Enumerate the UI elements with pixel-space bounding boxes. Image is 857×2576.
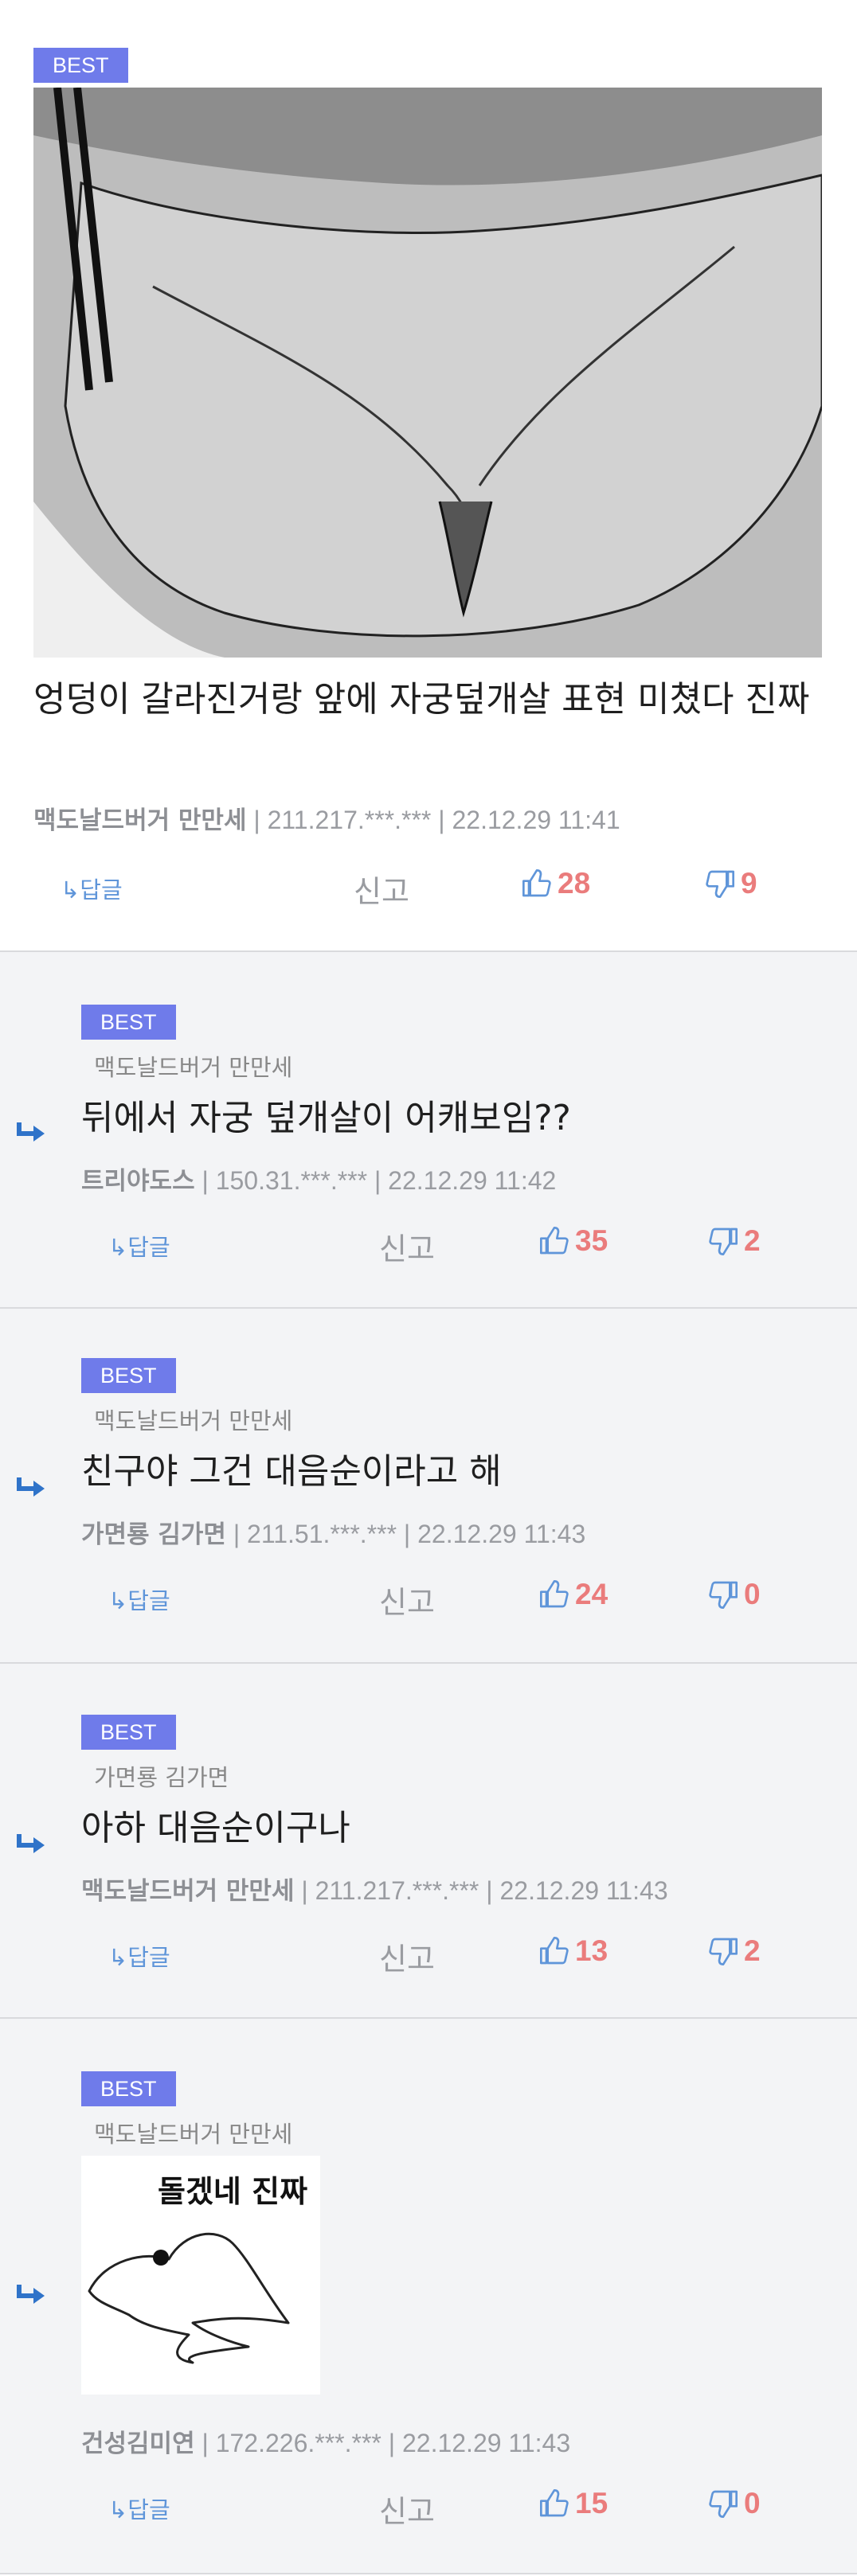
thumbs-up-icon <box>522 869 551 897</box>
reply-button[interactable]: ↳답글 <box>108 1583 170 1616</box>
report-button[interactable]: 신고 <box>379 1934 435 1978</box>
like-count: 24 <box>575 1578 609 1610</box>
reply-button[interactable]: ↳답글 <box>108 2492 170 2525</box>
comment-meta: 맥도날드버거 만만세 | 211.217.***.*** | 22.12.29 … <box>81 1871 668 1907</box>
dislike-count: 0 <box>744 2487 761 2519</box>
like-count: 15 <box>575 2487 609 2519</box>
ip-address: 211.217.***.*** <box>315 1876 479 1905</box>
ip-address: 150.31.***.*** <box>215 1166 368 1195</box>
like-button[interactable]: 24 <box>538 1578 608 1611</box>
separator: | <box>388 2429 402 2457</box>
parent-author: 맥도날드버거 만만세 <box>94 1407 293 1434</box>
separator: | <box>403 1520 418 1548</box>
dislike-count: 2 <box>744 1934 761 1967</box>
reply-button[interactable]: ↳답글 <box>61 872 123 905</box>
comment-meta: 건성김미연 | 172.226.***.*** | 22.12.29 11:43 <box>81 2423 570 2459</box>
dislike-button[interactable]: 2 <box>707 1934 761 1968</box>
ip-address: 211.51.***.*** <box>247 1520 397 1548</box>
parent-author: 맥도날드버거 만만세 <box>94 1054 293 1081</box>
parent-author: 맥도날드버거 만만세 <box>94 2121 293 2148</box>
like-button[interactable]: 35 <box>538 1224 608 1258</box>
post-meta: 맥도날드버거 만만세 | 211.217.***.*** | 22.12.29 … <box>33 800 620 836</box>
thumbs-up-icon <box>540 1227 569 1255</box>
thumbs-down-icon <box>709 1228 738 1255</box>
like-count: 28 <box>558 867 591 900</box>
post-title: 엉덩이 갈라진거랑 앞에 자궁덮개살 표현 미쳤다 진짜 <box>33 679 810 720</box>
separator: | <box>301 1876 315 1905</box>
like-count: 35 <box>575 1224 609 1257</box>
author-name[interactable]: 가면룡 김가면 <box>81 1520 226 1549</box>
dislike-count: 2 <box>744 1224 761 1257</box>
thumbs-up-icon <box>540 1937 569 1965</box>
thumbs-up-icon <box>540 1580 569 1608</box>
comment-text: 친구야 그건 대음순이라고 해 <box>81 1451 502 1492</box>
reply-button[interactable]: ↳답글 <box>108 1939 170 1973</box>
separator: | <box>253 806 268 834</box>
reply-button[interactable]: ↳답글 <box>108 1229 170 1263</box>
parent-author: 가면룡 김가면 <box>94 1764 229 1791</box>
comment-date: 22.12.29 11:43 <box>401 2429 571 2457</box>
separator: | <box>486 1876 500 1905</box>
separator: | <box>233 1520 248 1548</box>
comment-date: 22.12.29 11:42 <box>388 1166 557 1195</box>
best-badge: BEST <box>33 48 128 83</box>
ip-address: 172.226.***.*** <box>215 2429 382 2457</box>
report-button[interactable]: 신고 <box>379 2487 435 2531</box>
dislike-count: 9 <box>741 867 757 900</box>
like-button[interactable]: 13 <box>538 1934 608 1968</box>
thumbs-up-icon <box>540 2489 569 2517</box>
comment-text: 아하 대음순이구나 <box>81 1808 350 1848</box>
reply-arrow-icon <box>17 1834 45 1853</box>
like-button[interactable]: 15 <box>538 2487 608 2520</box>
best-badge: BEST <box>81 2071 176 2106</box>
comment-actions: ↳답글 신고 13 2 <box>24 1931 857 1979</box>
comment-item: BEST 맥도날드버거 만만세 뒤에서 자궁 덮개살이 어캐보임?? 트리야도스… <box>0 952 857 1309</box>
comment-date: 22.12.29 11:43 <box>499 1876 668 1905</box>
comment-item: BEST 맥도날드버거 만만세 돌겠네 진짜 건성김미연 | 172.226.*… <box>0 2019 857 2574</box>
post-date: 22.12.29 11:41 <box>452 806 620 834</box>
dislike-button[interactable]: 0 <box>707 2487 761 2520</box>
post-actions: ↳답글 신고 28 9 <box>0 864 857 911</box>
author-name[interactable]: 트리야도스 <box>81 1167 195 1196</box>
dislike-button[interactable]: 9 <box>704 867 757 900</box>
report-button[interactable]: 신고 <box>354 867 409 911</box>
separator: | <box>438 806 452 834</box>
author-name[interactable]: 맥도날드버거 만만세 <box>81 1877 294 1906</box>
best-badge: BEST <box>81 1358 176 1393</box>
comment-text: 뒤에서 자궁 덮개살이 어캐보임?? <box>81 1098 571 1138</box>
comment-actions: ↳답글 신고 35 2 <box>24 1221 857 1269</box>
comment-meta: 트리야도스 | 150.31.***.*** | 22.12.29 11:42 <box>81 1161 556 1196</box>
reply-arrow-icon <box>17 2285 45 2304</box>
reply-arrow-icon <box>17 1477 45 1497</box>
separator: | <box>202 2429 216 2457</box>
separator: | <box>202 1166 216 1195</box>
comment-item: BEST 맥도날드버거 만만세 친구야 그건 대음순이라고 해 가면룡 김가면 … <box>0 1309 857 1664</box>
comment-actions: ↳답글 신고 15 0 <box>24 2484 857 2531</box>
comment-date: 22.12.29 11:43 <box>417 1520 586 1548</box>
comment-actions: ↳답글 신고 24 0 <box>24 1575 857 1622</box>
comment-meta: 가면룡 김가면 | 211.51.***.*** | 22.12.29 11:4… <box>81 1514 585 1550</box>
report-button[interactable]: 신고 <box>379 1578 435 1622</box>
sticker-image[interactable]: 돌겠네 진짜 <box>81 2156 320 2395</box>
thumbs-down-icon <box>709 2490 738 2518</box>
reply-arrow-icon <box>17 1122 45 1142</box>
comment-item: BEST 가면룡 김가면 아하 대음순이구나 맥도날드버거 만만세 | 211.… <box>0 1664 857 2019</box>
like-count: 13 <box>575 1934 609 1967</box>
dislike-button[interactable]: 0 <box>707 1578 761 1611</box>
author-name[interactable]: 맥도날드버거 만만세 <box>33 806 246 835</box>
post-image[interactable] <box>33 88 822 658</box>
best-post: BEST 엉덩이 갈라진거랑 앞에 자궁덮개살 표현 미쳤다 진짜 맥도날드버거… <box>0 0 857 952</box>
separator: | <box>374 1166 389 1195</box>
like-button[interactable]: 28 <box>521 867 590 900</box>
thumbs-down-icon <box>706 870 734 898</box>
dislike-button[interactable]: 2 <box>707 1224 761 1258</box>
author-name[interactable]: 건성김미연 <box>81 2430 195 2458</box>
thumbs-down-icon <box>709 1581 738 1609</box>
thumbs-down-icon <box>709 1938 738 1965</box>
report-button[interactable]: 신고 <box>379 1224 435 1268</box>
best-badge: BEST <box>81 1005 176 1040</box>
best-badge: BEST <box>81 1715 176 1750</box>
dislike-count: 0 <box>744 1578 761 1610</box>
ip-address: 211.217.***.*** <box>267 806 432 834</box>
